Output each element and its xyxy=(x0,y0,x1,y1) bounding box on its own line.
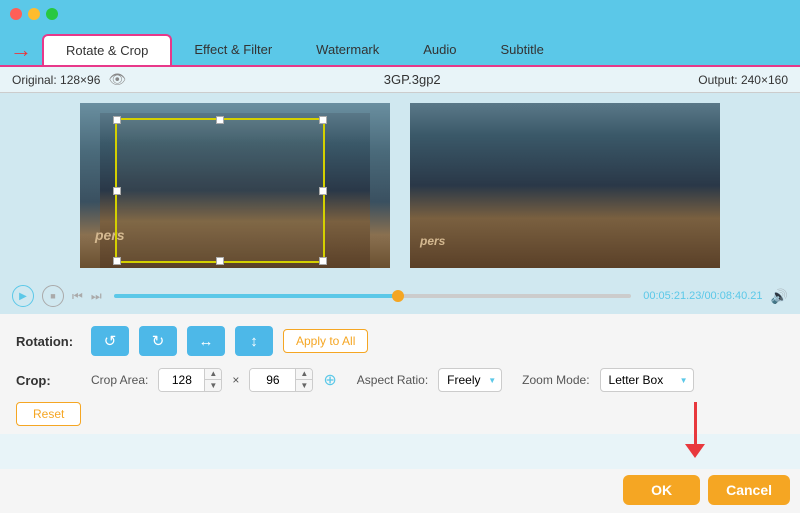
rotate-left-button[interactable]: ↺ xyxy=(91,326,129,356)
crop-selection-box[interactable] xyxy=(115,118,325,263)
volume-icon[interactable]: 🔊 xyxy=(771,288,788,305)
skip-back-button[interactable]: ⏮ xyxy=(72,289,83,304)
controls-area: Rotation: ↺ ↻ ↔ ↕ Apply to All Crop: Cro… xyxy=(0,314,800,434)
time-display: 00:05:21.23/00:08:40.21 xyxy=(643,290,762,302)
crop-height-input-group: ▲ ▼ xyxy=(249,368,313,392)
flip-horizontal-button[interactable]: ↔ xyxy=(187,326,225,356)
traffic-lights xyxy=(10,8,58,20)
dimension-separator: × xyxy=(232,373,239,387)
crop-height-spinners: ▲ ▼ xyxy=(295,369,312,391)
video-info-left: Original: 128×96 👁 xyxy=(12,71,126,88)
crop-height-down[interactable]: ▼ xyxy=(296,380,312,391)
title-bar xyxy=(0,0,800,28)
rotate-right-button[interactable]: ↻ xyxy=(139,326,177,356)
output-dimensions: Output: 240×160 xyxy=(698,73,788,87)
maximize-button[interactable] xyxy=(46,8,58,20)
apply-to-all-button[interactable]: Apply to All xyxy=(283,329,368,353)
crop-area-label: Crop Area: xyxy=(91,373,148,387)
ok-button[interactable]: OK xyxy=(623,475,700,505)
bottom-bar: OK Cancel xyxy=(0,469,800,513)
reset-row: Reset xyxy=(16,402,784,426)
crop-handle-bottom-left[interactable] xyxy=(113,257,121,265)
crop-handle-mid-left[interactable] xyxy=(113,187,121,195)
video-info-bar: Original: 128×96 👁 3GP.3gp2 Output: 240×… xyxy=(0,67,800,93)
rotation-row: Rotation: ↺ ↻ ↔ ↕ Apply to All xyxy=(16,326,784,356)
scrubber-track[interactable] xyxy=(114,294,632,298)
eye-icon[interactable]: 👁 xyxy=(108,71,126,88)
arrow-shaft xyxy=(694,402,697,444)
zoom-mode-select[interactable]: Letter Box Pan & Scan Full xyxy=(600,368,694,392)
video-panel-right xyxy=(410,103,720,268)
crop-handle-top-right[interactable] xyxy=(319,116,327,124)
tab-rotate-crop[interactable]: Rotate & Crop xyxy=(42,34,172,65)
crop-row: Crop: Crop Area: ▲ ▼ × ▲ ▼ ⊕ Aspect Rati… xyxy=(16,368,784,392)
arrow-head-icon xyxy=(685,444,705,458)
reset-button[interactable]: Reset xyxy=(16,402,81,426)
flip-vertical-button[interactable]: ↕ xyxy=(235,326,273,356)
close-button[interactable] xyxy=(10,8,22,20)
zoom-mode-select-wrapper: Letter Box Pan & Scan Full xyxy=(600,368,694,392)
aspect-ratio-label: Aspect Ratio: xyxy=(357,373,428,387)
play-button[interactable]: ▶ xyxy=(12,285,34,307)
cancel-button[interactable]: Cancel xyxy=(708,475,790,505)
video-filename: 3GP.3gp2 xyxy=(384,72,441,87)
aspect-ratio-select-wrapper: Freely 16:9 4:3 1:1 xyxy=(438,368,502,392)
crop-handle-top-mid[interactable] xyxy=(216,116,224,124)
video-panel-left xyxy=(80,103,390,268)
crop-handle-mid-right[interactable] xyxy=(319,187,327,195)
aspect-ratio-select[interactable]: Freely 16:9 4:3 1:1 xyxy=(438,368,502,392)
crop-height-input[interactable] xyxy=(250,369,295,391)
crop-width-up[interactable]: ▲ xyxy=(205,369,221,380)
crop-width-input-group: ▲ ▼ xyxy=(158,368,222,392)
skip-forward-button[interactable]: ⏭ xyxy=(91,289,102,304)
crop-height-up[interactable]: ▲ xyxy=(296,369,312,380)
tab-audio[interactable]: Audio xyxy=(401,35,478,64)
crop-handle-top-left[interactable] xyxy=(113,116,121,124)
crop-width-spinners: ▲ ▼ xyxy=(204,369,221,391)
link-icon: ⊕ xyxy=(323,370,336,390)
video-frame-right xyxy=(410,103,720,268)
crop-width-input[interactable] xyxy=(159,369,204,391)
video-preview-area xyxy=(0,93,800,278)
scrubber-thumb[interactable] xyxy=(392,290,404,302)
tab-watermark[interactable]: Watermark xyxy=(294,35,401,64)
ok-arrow-indicator xyxy=(685,402,705,458)
original-dimensions: Original: 128×96 xyxy=(12,73,100,87)
crop-label: Crop: xyxy=(16,373,81,388)
crop-handle-bottom-mid[interactable] xyxy=(216,257,224,265)
rotation-label: Rotation: xyxy=(16,334,81,349)
tab-bar-wrapper: → Rotate & Crop Effect & Filter Watermar… xyxy=(0,28,800,67)
minimize-button[interactable] xyxy=(28,8,40,20)
crop-handle-bottom-right[interactable] xyxy=(319,257,327,265)
crop-width-down[interactable]: ▼ xyxy=(205,380,221,391)
tab-subtitle[interactable]: Subtitle xyxy=(479,35,566,64)
tab-effect-filter[interactable]: Effect & Filter xyxy=(172,35,294,64)
stop-button[interactable]: ■ xyxy=(42,285,64,307)
tab-bar: → Rotate & Crop Effect & Filter Watermar… xyxy=(0,28,800,65)
arrow-indicator: → xyxy=(10,39,32,61)
timeline-bar: ▶ ■ ⏮ ⏭ 00:05:21.23/00:08:40.21 🔊 xyxy=(0,278,800,314)
zoom-mode-label: Zoom Mode: xyxy=(522,373,589,387)
